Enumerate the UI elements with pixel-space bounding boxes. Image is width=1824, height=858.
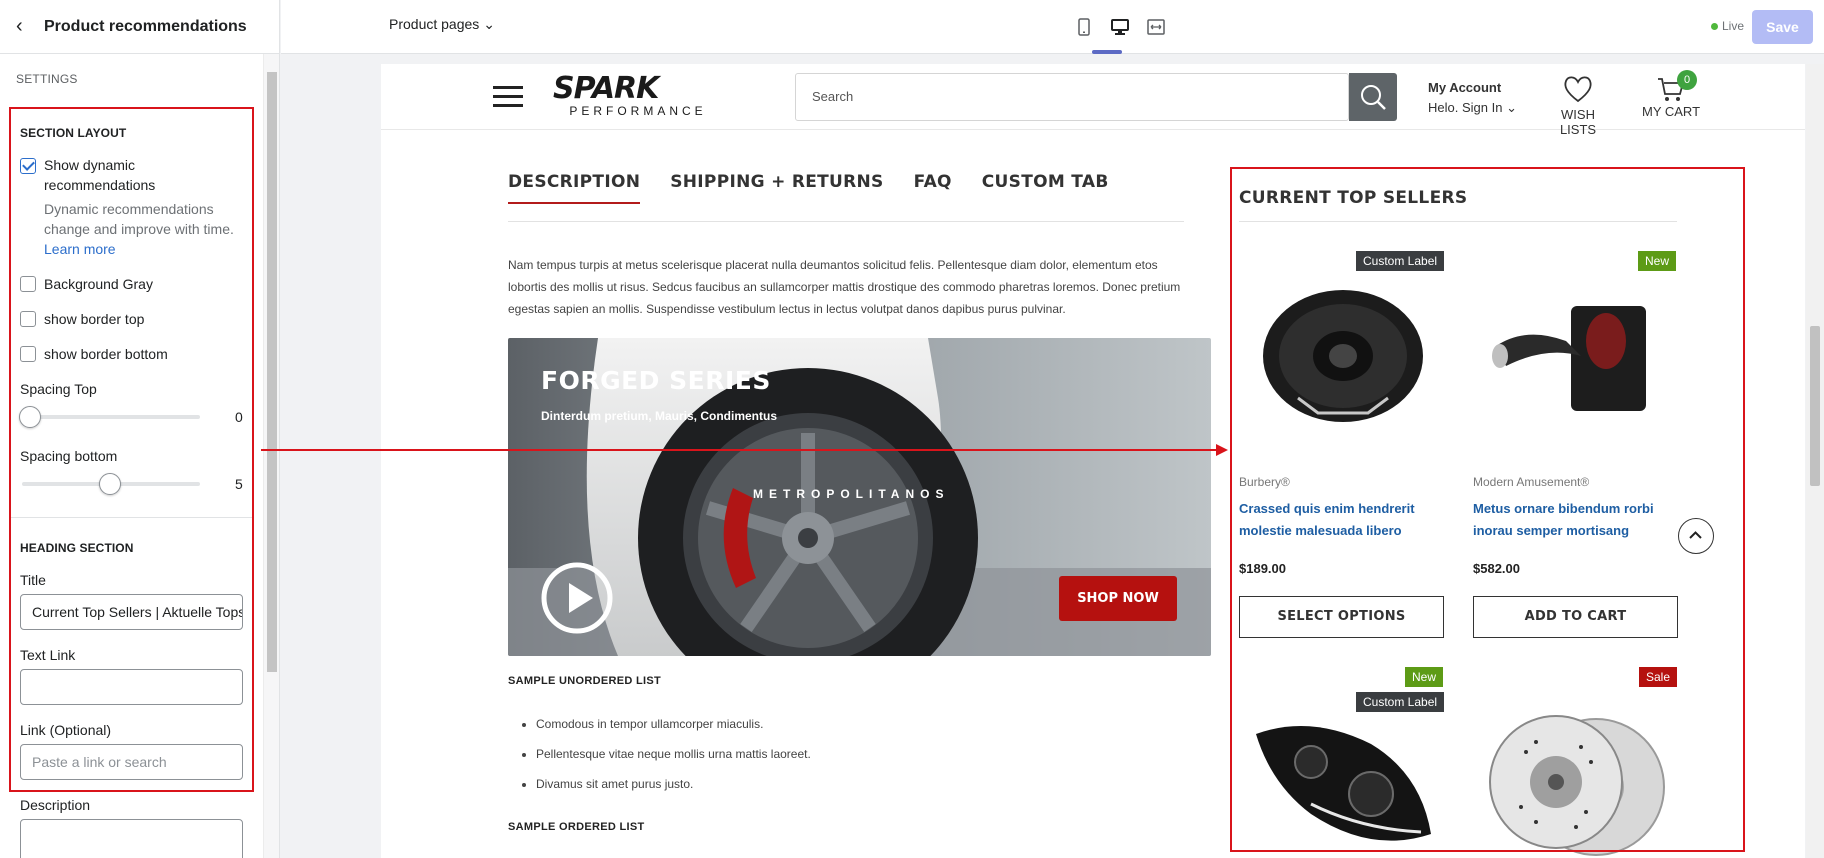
active-device-indicator: [1092, 50, 1122, 54]
bg-gray-label: Background Gray: [44, 276, 153, 292]
hamburger-menu-icon[interactable]: [493, 86, 523, 113]
logo-tagline: PERFORMANCE: [569, 104, 707, 118]
store-search-input[interactable]: Search: [795, 73, 1349, 121]
spacing-top-knob[interactable]: [19, 406, 41, 428]
live-status: Live: [1711, 19, 1744, 33]
spacing-top-slider[interactable]: [22, 415, 200, 419]
my-cart-label: MY CART: [1641, 104, 1701, 119]
wish-lists-label: WISH LISTS: [1559, 107, 1597, 137]
list-item: Comodous in tempor ullamcorper miaculis.: [536, 709, 811, 739]
unordered-list: Comodous in tempor ullamcorper miaculis.…: [536, 709, 811, 799]
border-top-label: show border top: [44, 311, 145, 327]
sidebar-title: Product recommendations: [44, 17, 247, 35]
sidebar-scrollbar[interactable]: [263, 54, 279, 858]
spacing-bottom-value: 5: [235, 476, 243, 492]
sign-in-link[interactable]: Helo. Sign In: [1428, 100, 1502, 115]
desktop-view-icon[interactable]: [1107, 14, 1133, 40]
page-selector-label: Product pages: [389, 16, 480, 32]
tab-description[interactable]: DESCRIPTION: [508, 172, 641, 204]
dynamic-help-2: change and improve with time.: [44, 221, 234, 237]
text-link-label: Text Link: [20, 647, 76, 663]
learn-more-link[interactable]: Learn more: [44, 241, 116, 257]
search-placeholder: Search: [812, 89, 854, 104]
title-label: Title: [20, 572, 46, 588]
heart-icon: [1564, 76, 1592, 103]
save-button[interactable]: Save: [1752, 10, 1813, 44]
annotation-arrowhead: [1216, 444, 1228, 456]
account-menu[interactable]: My Account Helo. Sign In ⌄: [1428, 78, 1517, 118]
sidebar-header: ‹ Product recommendations: [0, 0, 279, 54]
live-text: Live: [1722, 19, 1745, 33]
unordered-list-title: SAMPLE UNORDERED LIST: [508, 675, 661, 687]
settings-label: SETTINGS: [16, 72, 78, 86]
tabs-divider: [508, 221, 1184, 222]
bg-gray-checkbox[interactable]: [20, 276, 36, 292]
banner-subtitle: Dinterdum pretium, Mauris, Condimentus: [541, 409, 778, 423]
section-divider: [11, 517, 252, 518]
preview-scrollbar[interactable]: [1806, 64, 1824, 858]
list-item: Pellentesque vitae neque mollis urna mat…: [536, 739, 811, 769]
show-dynamic-label-2: recommendations: [44, 177, 156, 193]
dynamic-help-1: Dynamic recommendations: [44, 201, 214, 217]
border-top-checkbox[interactable]: [20, 311, 36, 327]
spacing-bottom-label: Spacing bottom: [20, 448, 118, 464]
link-label: Link (Optional): [20, 722, 112, 738]
highlight-box: [1230, 167, 1745, 852]
back-arrow-icon[interactable]: ‹: [16, 15, 44, 38]
ordered-list-title: SAMPLE ORDERED LIST: [508, 821, 645, 833]
device-switcher: [1071, 14, 1169, 40]
heading-section-heading: HEADING SECTION: [20, 541, 134, 555]
chevron-down-icon: ⌄: [483, 16, 495, 32]
spacing-bottom-knob[interactable]: [99, 473, 121, 495]
section-layout-heading: SECTION LAYOUT: [20, 126, 127, 140]
show-dynamic-checkbox[interactable]: [20, 158, 36, 174]
live-dot-icon: [1711, 23, 1718, 31]
spacing-top-value: 0: [235, 409, 243, 425]
banner-title: FORGED SERIES: [541, 366, 771, 395]
tab-custom[interactable]: CUSTOM TAB: [982, 172, 1109, 204]
product-tabs: DESCRIPTION SHIPPING + RETURNS FAQ CUSTO…: [508, 172, 1109, 204]
title-input[interactable]: Current Top Sellers | Aktuelle Topseller: [20, 594, 243, 630]
logo-wordmark: SPARK: [553, 71, 659, 106]
store-preview: SPARK PERFORMANCE Search My Account Helo…: [381, 64, 1805, 858]
spacing-top-label: Spacing Top: [20, 381, 97, 397]
cart-count-badge: 0: [1677, 70, 1697, 90]
border-bottom-label: show border bottom: [44, 346, 168, 362]
tab-faq[interactable]: FAQ: [914, 172, 952, 204]
sidebar-scroll-thumb[interactable]: [267, 72, 277, 672]
description-textarea[interactable]: [20, 819, 243, 858]
page-selector[interactable]: Product pages ⌄: [389, 16, 495, 33]
link-input[interactable]: Paste a link or search: [20, 744, 243, 780]
play-icon[interactable]: [541, 562, 613, 634]
preview-scroll-thumb[interactable]: [1810, 326, 1820, 486]
my-account-label: My Account: [1428, 80, 1502, 95]
store-header: SPARK PERFORMANCE Search My Account Helo…: [381, 64, 1805, 137]
search-icon: [1361, 85, 1386, 110]
tab-shipping-returns[interactable]: SHIPPING + RETURNS: [670, 172, 883, 204]
search-button[interactable]: [1349, 73, 1397, 121]
list-item: Divamus sit amet purus justo.: [536, 769, 811, 799]
description-text: Nam tempus turpis at metus scelerisque p…: [508, 258, 1181, 316]
show-dynamic-label-1: Show dynamic: [44, 157, 136, 173]
store-logo[interactable]: SPARK PERFORMANCE: [553, 71, 733, 119]
tire-sidewall-text: METROPOLITANOS: [753, 487, 949, 501]
chevron-down-icon: ⌄: [1506, 100, 1517, 115]
cart-link[interactable]: 0 MY CART: [1641, 70, 1701, 119]
settings-sidebar: ‹ Product recommendations SETTINGS SECTI…: [0, 0, 280, 858]
text-link-input[interactable]: [20, 669, 243, 705]
wish-lists-link[interactable]: WISH LISTS: [1543, 74, 1613, 137]
fullwidth-view-icon[interactable]: [1143, 14, 1169, 40]
forged-series-banner[interactable]: METROPOLITANOS FORGED SERIES Dinterdum p…: [508, 338, 1211, 656]
border-bottom-checkbox[interactable]: [20, 346, 36, 362]
editor-topbar: Product pages ⌄ Live Save: [281, 0, 1824, 54]
annotation-arrow: [261, 449, 1221, 451]
shop-now-button[interactable]: SHOP NOW: [1059, 576, 1177, 621]
mobile-view-icon[interactable]: [1071, 14, 1097, 40]
description-label: Description: [20, 797, 91, 813]
